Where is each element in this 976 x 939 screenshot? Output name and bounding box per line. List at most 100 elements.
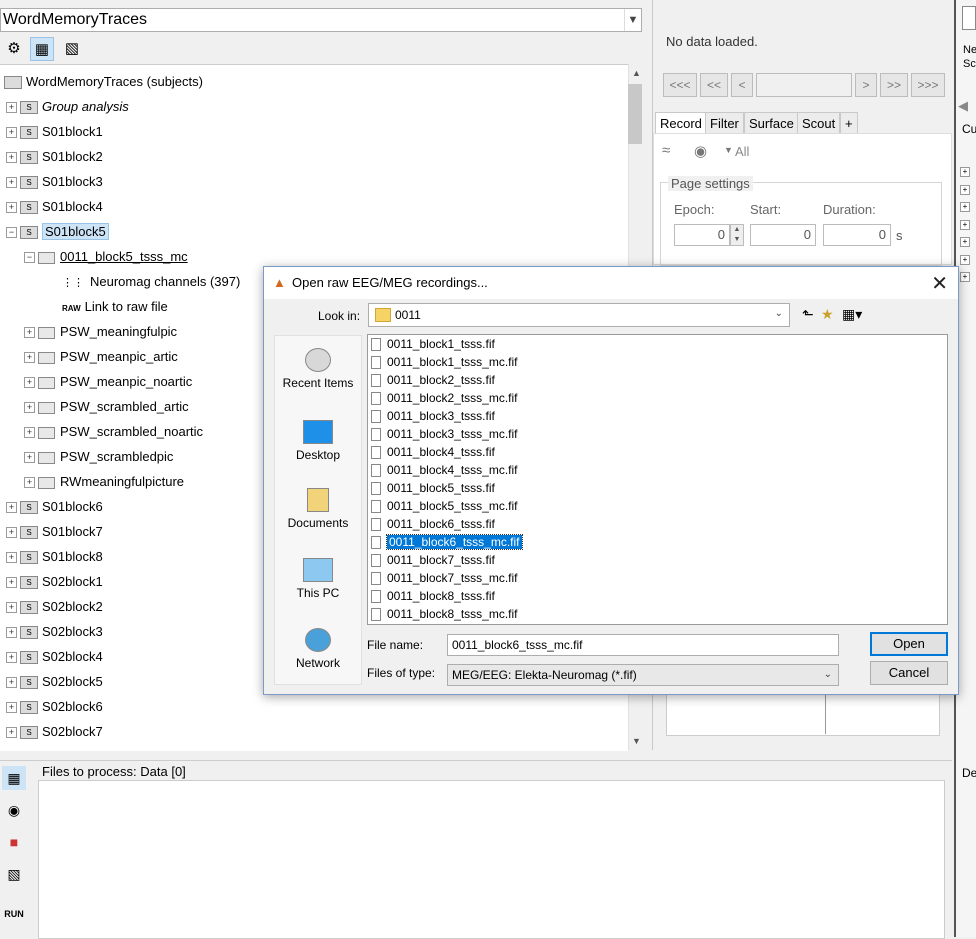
place-desktop[interactable]: Desktop — [275, 420, 361, 462]
functional-view-icon[interactable]: ⚙ — [2, 37, 26, 61]
expand-toggle[interactable]: + — [6, 727, 17, 739]
nav-first-button[interactable]: <<< — [663, 73, 697, 97]
tree-node[interactable]: + PSW_scrambled_noartic — [24, 422, 203, 442]
look-in-select[interactable]: 0011 ⌄ — [368, 303, 790, 327]
expand-toggle[interactable]: + — [6, 602, 17, 614]
nav-next-page-button[interactable]: >> — [880, 73, 908, 97]
expand-toggle[interactable]: + — [24, 452, 35, 464]
expand-toggle[interactable]: + — [6, 127, 17, 139]
run-button[interactable]: RUN — [2, 902, 26, 926]
waves-icon[interactable]: ≈ — [662, 142, 670, 159]
tree-subject-node[interactable]: + S S02block1 — [6, 572, 103, 592]
tree-scrollbar-thumb[interactable] — [628, 84, 642, 144]
data-files-icon[interactable]: ▦ — [2, 766, 26, 790]
expand-toggle[interactable]: + — [960, 184, 970, 195]
tree-subject-node[interactable]: + S S01block1 — [6, 122, 103, 142]
expand-toggle[interactable]: + — [960, 272, 970, 282]
nav-next-button[interactable]: > — [855, 73, 877, 97]
expand-toggle[interactable]: + — [6, 502, 17, 514]
subjects-view-icon[interactable]: ▦ — [30, 37, 54, 61]
file-list-item[interactable]: 0011_block4_tsss.fif — [371, 443, 495, 461]
tab-add[interactable]: + — [840, 112, 858, 135]
tree-subject-node[interactable]: + S S02block3 — [6, 622, 103, 642]
file-list-item[interactable]: 0011_block8_tsss_mc.fif — [371, 605, 518, 623]
expand-toggle[interactable]: + — [24, 327, 35, 339]
expand-toggle[interactable]: + — [24, 377, 35, 389]
tree-subject-node[interactable]: + S S01block3 — [6, 172, 103, 192]
tree-subject-node[interactable]: + S S01block8 — [6, 547, 103, 567]
protocol-select[interactable]: WordMemoryTraces ▼ — [0, 8, 642, 32]
tree-subject-node[interactable]: + S S01block4 — [6, 197, 103, 217]
expand-toggle[interactable]: + — [960, 167, 970, 177]
duration-field[interactable]: 0 — [823, 224, 891, 246]
cancel-button[interactable]: Cancel — [870, 661, 948, 685]
tree-node[interactable]: ⋮⋮ Neuromag channels (397) — [62, 272, 240, 292]
tree-subject-node[interactable]: + S S02block2 — [6, 597, 103, 617]
expand-toggle[interactable]: + — [6, 677, 17, 689]
tree-subject-node[interactable]: + S S01block6 — [6, 497, 103, 517]
nav-position-field[interactable] — [756, 73, 852, 97]
file-list-item[interactable]: 0011_block1_tsss_mc.fif — [371, 353, 518, 371]
tree-node[interactable]: + PSW_meanpic_artic — [24, 347, 178, 367]
tree-subject-node[interactable]: + S S02block5 — [6, 672, 103, 692]
chevron-down-icon[interactable]: ⌄ — [775, 308, 783, 319]
chevron-down-icon[interactable]: ⌄ — [824, 665, 832, 685]
files-to-process-list[interactable] — [38, 780, 945, 939]
sources-icon[interactable]: ◉ — [2, 798, 26, 822]
file-list-item[interactable]: 0011_block1_tsss.fif — [371, 335, 495, 353]
arrow-left-icon[interactable]: ◀ — [958, 98, 968, 114]
expand-toggle[interactable]: + — [24, 402, 35, 414]
nav-prev-page-button[interactable]: << — [700, 73, 728, 97]
expand-toggle[interactable]: + — [6, 577, 17, 589]
timefreq-icon[interactable]: ■ — [2, 830, 26, 854]
expand-toggle[interactable]: + — [960, 237, 970, 247]
anatomy-view-icon[interactable]: ▧ — [60, 37, 84, 61]
expand-toggle[interactable]: − — [24, 252, 35, 264]
file-list-item[interactable]: 0011_block6_tsss_mc.fif — [371, 533, 523, 551]
tree-root-node[interactable]: WordMemoryTraces (subjects) — [4, 72, 203, 92]
expand-toggle[interactable]: + — [24, 477, 35, 489]
file-list-item[interactable]: 0011_block7_tsss.fif — [371, 551, 495, 569]
tree-subject-node[interactable]: + S S02block6 — [6, 697, 103, 717]
new-script-icon[interactable] — [962, 6, 976, 30]
view-menu-icon[interactable]: ▦▾ — [842, 306, 862, 323]
expand-toggle[interactable]: + — [6, 177, 17, 189]
chevron-down-icon[interactable]: ▼ — [624, 9, 641, 31]
dialog-titlebar[interactable]: ▲ Open raw EEG/MEG recordings... ✕ — [264, 267, 958, 299]
start-field[interactable]: 0 — [750, 224, 816, 246]
file-list[interactable]: 0011_block1_tsss.fif 0011_block1_tsss_mc.… — [367, 334, 948, 625]
tree-node[interactable]: + PSW_meaningfulpic — [24, 322, 177, 342]
place-recent-items[interactable]: Recent Items — [275, 348, 361, 390]
expand-toggle[interactable]: + — [6, 702, 17, 714]
tree-node[interactable]: + PSW_scrambled_artic — [24, 397, 189, 417]
montage-icon[interactable]: ◉ — [694, 142, 707, 160]
tab-scout[interactable]: Scout — [797, 112, 841, 135]
up-folder-icon[interactable]: ⬑ — [802, 306, 814, 323]
nav-prev-button[interactable]: < — [731, 73, 753, 97]
place-documents[interactable]: Documents — [275, 488, 361, 530]
file-list-item[interactable]: 0011_block3_tsss_mc.fif — [371, 425, 518, 443]
tab-surface[interactable]: Surface — [744, 112, 799, 135]
tree-node[interactable]: RAW Link to raw file — [62, 297, 168, 317]
place-this-pc[interactable]: This PC — [275, 558, 361, 600]
expand-toggle[interactable]: − — [6, 227, 17, 239]
expand-toggle[interactable]: + — [6, 627, 17, 639]
file-list-item[interactable]: 0011_block6_tsss.fif — [371, 515, 495, 533]
expand-toggle[interactable]: + — [6, 202, 17, 214]
epoch-spinner[interactable]: ▲ ▼ — [730, 224, 744, 246]
events-list[interactable] — [666, 694, 940, 736]
file-list-item[interactable]: 0011_block4_tsss_mc.fif — [371, 461, 518, 479]
chevron-down-icon[interactable]: ▼ — [724, 145, 733, 155]
close-icon[interactable]: ✕ — [931, 271, 948, 296]
file-type-select[interactable]: MEG/EEG: Elekta-Neuromag (*.fif) ⌄ — [447, 664, 839, 686]
epoch-field[interactable]: 0 — [674, 224, 730, 246]
tree-subject-node[interactable]: + S Group analysis — [6, 97, 129, 117]
file-list-item[interactable]: 0011_block5_tsss.fif — [371, 479, 495, 497]
file-list-item[interactable]: 0011_block5_tsss_mc.fif — [371, 497, 518, 515]
file-list-item[interactable]: 0011_block3_tsss.fif — [371, 407, 495, 425]
expand-toggle[interactable]: + — [24, 352, 35, 364]
expand-toggle[interactable]: + — [6, 152, 17, 164]
file-list-item[interactable]: 0011_block8_tsss.fif — [371, 587, 495, 605]
expand-toggle[interactable]: + — [960, 219, 970, 230]
tree-node[interactable]: + RWmeaningfulpicture — [24, 472, 184, 492]
